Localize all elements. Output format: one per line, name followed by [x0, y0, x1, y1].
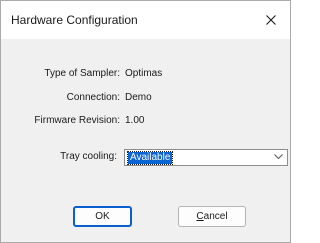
- ok-button[interactable]: OK: [73, 206, 132, 227]
- cancel-button[interactable]: Cancel: [178, 206, 246, 227]
- connection-row: Connection: Demo: [1, 91, 292, 105]
- dialog-title: Hardware Configuration: [11, 13, 138, 27]
- connection-value: Demo: [125, 92, 152, 103]
- tray-cooling-row: Tray cooling:: [1, 150, 121, 164]
- tray-cooling-selected-value: Available: [126, 151, 174, 165]
- sampler-type-label: Type of Sampler:: [44, 68, 120, 79]
- connection-label: Connection:: [66, 92, 120, 103]
- firmware-revision-value: 1.00: [125, 115, 145, 126]
- cancel-mnemonic: C: [196, 211, 204, 222]
- firmware-revision-row: Firmware Revision: 1.00: [1, 114, 292, 128]
- tray-cooling-select[interactable]: Available: [124, 149, 288, 166]
- sampler-type-row: Type of Sampler: Optimas: [1, 67, 292, 81]
- close-button[interactable]: [250, 1, 290, 39]
- hardware-configuration-dialog: Hardware Configuration Type of Sampler: …: [0, 0, 291, 243]
- chevron-down-icon: [274, 154, 283, 160]
- title-bar[interactable]: Hardware Configuration: [1, 1, 290, 39]
- firmware-revision-label: Firmware Revision:: [34, 115, 120, 126]
- tray-cooling-label: Tray cooling:: [60, 151, 117, 162]
- sampler-type-value: Optimas: [125, 68, 163, 79]
- close-icon: [266, 15, 276, 25]
- cancel-label-rest: ancel: [203, 211, 228, 222]
